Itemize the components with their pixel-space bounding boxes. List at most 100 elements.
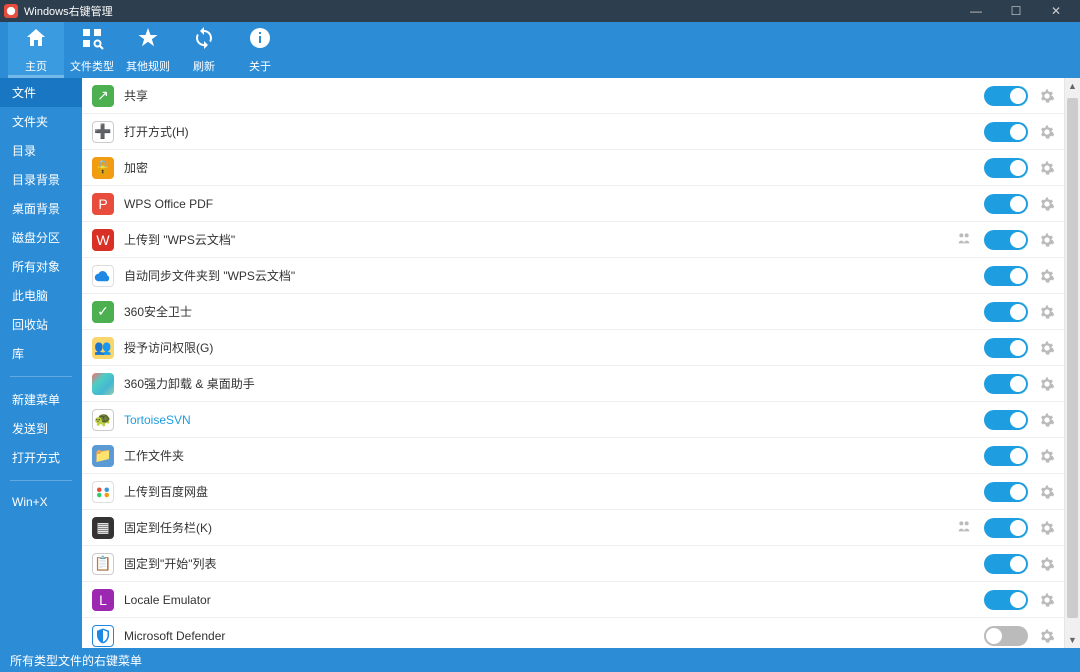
settings-gear-icon[interactable] bbox=[1038, 556, 1056, 572]
sidebar-item[interactable]: 打开方式 bbox=[0, 443, 82, 472]
main-area: 文件文件夹目录目录背景桌面背景磁盘分区所有对象此电脑回收站库新建菜单发送到打开方… bbox=[0, 78, 1080, 648]
row-icon: ✓ bbox=[92, 301, 114, 323]
row-icon bbox=[92, 373, 114, 395]
sidebar-item[interactable]: 桌面背景 bbox=[0, 194, 82, 223]
row-label: 上传到百度网盘 bbox=[124, 483, 984, 500]
sidebar-item[interactable]: 库 bbox=[0, 339, 82, 368]
settings-gear-icon[interactable] bbox=[1038, 376, 1056, 392]
list-row[interactable]: ✓ 360安全卫士 bbox=[82, 294, 1064, 330]
sidebar-item[interactable]: 目录 bbox=[0, 136, 82, 165]
toggle-switch[interactable] bbox=[984, 410, 1028, 430]
list-row[interactable]: ▦ 固定到任务栏(K) bbox=[82, 510, 1064, 546]
settings-gear-icon[interactable] bbox=[1038, 88, 1056, 104]
list-row[interactable]: 自动同步文件夹到 "WPS云文档" bbox=[82, 258, 1064, 294]
settings-gear-icon[interactable] bbox=[1038, 484, 1056, 500]
toggle-switch[interactable] bbox=[984, 230, 1028, 250]
settings-gear-icon[interactable] bbox=[1038, 520, 1056, 536]
settings-gear-icon[interactable] bbox=[1038, 412, 1056, 428]
toggle-switch[interactable] bbox=[984, 266, 1028, 286]
window-controls: ― ☐ ✕ bbox=[956, 0, 1076, 22]
sidebar-item-label: 打开方式 bbox=[12, 451, 60, 465]
toggle-switch[interactable] bbox=[984, 302, 1028, 322]
row-icon: 📋 bbox=[92, 553, 114, 575]
maximize-button[interactable]: ☐ bbox=[996, 0, 1036, 22]
list-row[interactable]: 📁 工作文件夹 bbox=[82, 438, 1064, 474]
row-icon bbox=[92, 265, 114, 287]
toggle-switch[interactable] bbox=[984, 590, 1028, 610]
row-label: 固定到"开始"列表 bbox=[124, 555, 984, 572]
toolbar-type[interactable]: 文件类型 bbox=[64, 22, 120, 78]
type-icon bbox=[80, 26, 104, 56]
row-label: Microsoft Defender bbox=[124, 629, 984, 643]
scroll-down-arrow[interactable]: ▼ bbox=[1065, 632, 1080, 648]
list-row[interactable]: W 上传到 "WPS云文档" bbox=[82, 222, 1064, 258]
settings-gear-icon[interactable] bbox=[1038, 268, 1056, 284]
sidebar-item-label: Win+X bbox=[12, 495, 48, 509]
row-label: TortoiseSVN bbox=[124, 413, 984, 427]
toggle-switch[interactable] bbox=[984, 338, 1028, 358]
settings-gear-icon[interactable] bbox=[1038, 592, 1056, 608]
toggle-switch[interactable] bbox=[984, 374, 1028, 394]
sidebar-item-label: 新建菜单 bbox=[12, 393, 60, 407]
sidebar-item[interactable]: 文件夹 bbox=[0, 107, 82, 136]
list-row[interactable]: 🐢 TortoiseSVN bbox=[82, 402, 1064, 438]
list-row[interactable]: 360强力卸载 & 桌面助手 bbox=[82, 366, 1064, 402]
toolbar-label: 关于 bbox=[249, 58, 271, 74]
settings-gear-icon[interactable] bbox=[1038, 628, 1056, 644]
sidebar-item[interactable]: 磁盘分区 bbox=[0, 223, 82, 252]
row-icon: ➕ bbox=[92, 121, 114, 143]
toggle-switch[interactable] bbox=[984, 194, 1028, 214]
scroll-thumb[interactable] bbox=[1067, 98, 1078, 618]
settings-gear-icon[interactable] bbox=[1038, 304, 1056, 320]
toggle-switch[interactable] bbox=[984, 482, 1028, 502]
row-label: 上传到 "WPS云文档" bbox=[124, 231, 956, 248]
context-menu-list: ↗ 共享 ➕ 打开方式(H) 🔒 加密 P WPS Office PDF W 上… bbox=[82, 78, 1080, 648]
list-row[interactable]: 上传到百度网盘 bbox=[82, 474, 1064, 510]
sidebar-item-label: 发送到 bbox=[12, 422, 48, 436]
settings-gear-icon[interactable] bbox=[1038, 232, 1056, 248]
sidebar-item-label: 文件夹 bbox=[12, 115, 48, 129]
sidebar-item[interactable]: 回收站 bbox=[0, 310, 82, 339]
toolbar-refresh[interactable]: 刷新 bbox=[176, 22, 232, 78]
sidebar: 文件文件夹目录目录背景桌面背景磁盘分区所有对象此电脑回收站库新建菜单发送到打开方… bbox=[0, 78, 82, 648]
row-icon: W bbox=[92, 229, 114, 251]
scrollbar[interactable]: ▲ ▼ bbox=[1064, 78, 1080, 648]
about-icon bbox=[248, 26, 272, 56]
sidebar-item[interactable]: 新建菜单 bbox=[0, 385, 82, 414]
toolbar-home[interactable]: 主页 bbox=[8, 22, 64, 78]
toolbar-other[interactable]: 其他规则 bbox=[120, 22, 176, 78]
toggle-switch[interactable] bbox=[984, 86, 1028, 106]
scroll-up-arrow[interactable]: ▲ bbox=[1065, 78, 1080, 94]
sidebar-item[interactable]: 目录背景 bbox=[0, 165, 82, 194]
settings-gear-icon[interactable] bbox=[1038, 124, 1056, 140]
sidebar-item[interactable]: 发送到 bbox=[0, 414, 82, 443]
list-row[interactable]: Microsoft Defender bbox=[82, 618, 1064, 648]
sidebar-item[interactable]: 文件 bbox=[0, 78, 82, 107]
list-row[interactable]: 📋 固定到"开始"列表 bbox=[82, 546, 1064, 582]
sidebar-item[interactable]: Win+X bbox=[0, 489, 82, 515]
row-icon: L bbox=[92, 589, 114, 611]
sidebar-item[interactable]: 所有对象 bbox=[0, 252, 82, 281]
list-row[interactable]: ↗ 共享 bbox=[82, 78, 1064, 114]
list-row[interactable]: ➕ 打开方式(H) bbox=[82, 114, 1064, 150]
list-row[interactable]: 👥 授予访问权限(G) bbox=[82, 330, 1064, 366]
toggle-switch[interactable] bbox=[984, 626, 1028, 646]
minimize-button[interactable]: ― bbox=[956, 0, 996, 22]
settings-gear-icon[interactable] bbox=[1038, 160, 1056, 176]
settings-gear-icon[interactable] bbox=[1038, 340, 1056, 356]
toolbar-about[interactable]: 关于 bbox=[232, 22, 288, 78]
sidebar-item-label: 桌面背景 bbox=[12, 202, 60, 216]
toolbar-label: 其他规则 bbox=[126, 58, 170, 74]
list-row[interactable]: P WPS Office PDF bbox=[82, 186, 1064, 222]
list-row[interactable]: 🔒 加密 bbox=[82, 150, 1064, 186]
toggle-switch[interactable] bbox=[984, 158, 1028, 178]
toggle-switch[interactable] bbox=[984, 554, 1028, 574]
sidebar-item[interactable]: 此电脑 bbox=[0, 281, 82, 310]
toggle-switch[interactable] bbox=[984, 518, 1028, 538]
list-row[interactable]: L Locale Emulator bbox=[82, 582, 1064, 618]
settings-gear-icon[interactable] bbox=[1038, 448, 1056, 464]
toggle-switch[interactable] bbox=[984, 122, 1028, 142]
toggle-switch[interactable] bbox=[984, 446, 1028, 466]
close-button[interactable]: ✕ bbox=[1036, 0, 1076, 22]
settings-gear-icon[interactable] bbox=[1038, 196, 1056, 212]
